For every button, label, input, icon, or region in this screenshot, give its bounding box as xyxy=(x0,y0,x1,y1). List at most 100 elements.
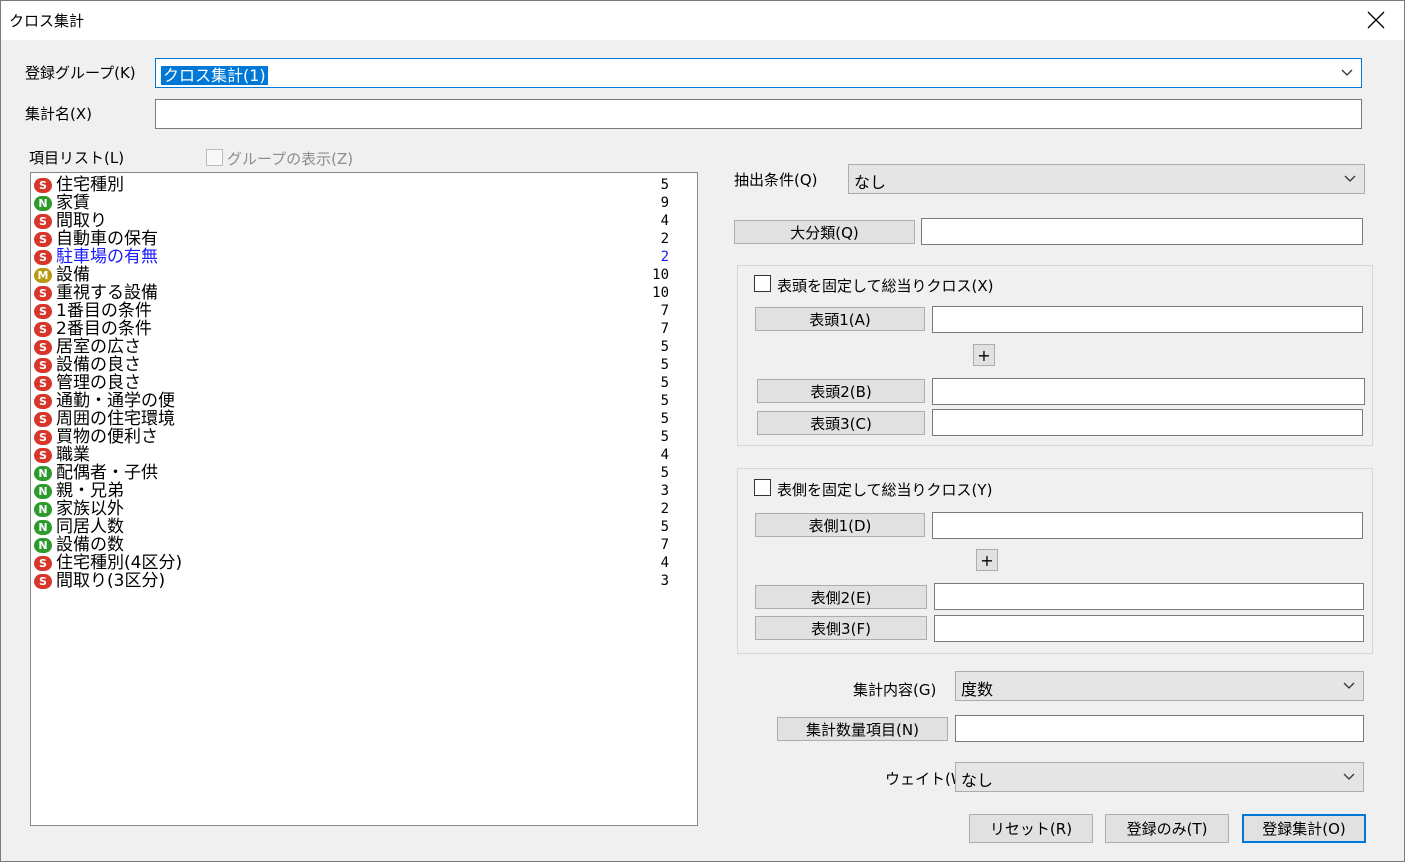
close-button[interactable] xyxy=(1356,3,1396,37)
content-label: 集計内容(G) xyxy=(853,681,937,699)
list-item-count: 2 xyxy=(660,231,669,247)
list-item[interactable]: S 住宅種別 5 xyxy=(34,176,669,194)
list-item[interactable]: M 設備 10 xyxy=(34,266,669,284)
extract-combobox[interactable]: なし xyxy=(848,164,1365,194)
head-add-button[interactable]: + xyxy=(973,344,995,366)
extract-value: なし xyxy=(854,173,887,192)
list-item[interactable]: S 重視する設備 10 xyxy=(34,284,669,302)
type-n-icon: N xyxy=(34,502,52,517)
list-item-name: 住宅種別(4区分) xyxy=(56,553,183,573)
item-listbox[interactable]: S 住宅種別 5 N 家賃 9 S 間取り 4 S 自動車の保有 2 S 駐車場の有無 2 M 設備 10 S 重視す… xyxy=(30,172,698,826)
show-group-checkbox[interactable] xyxy=(206,149,223,166)
list-item-count: 5 xyxy=(660,339,669,355)
major-category-field[interactable] xyxy=(921,218,1363,245)
list-item-name: 自動車の保有 xyxy=(56,229,158,249)
side-add-button[interactable]: + xyxy=(976,549,998,571)
type-n-icon: N xyxy=(34,484,52,499)
major-category-button[interactable]: 大分類(Q) xyxy=(734,220,915,244)
type-s-icon: S xyxy=(34,556,52,571)
weight-combobox[interactable]: なし xyxy=(955,762,1364,792)
list-item-count: 5 xyxy=(660,519,669,535)
list-item-name: 周囲の住宅環境 xyxy=(56,409,175,429)
list-item-count: 7 xyxy=(660,321,669,337)
head3-field[interactable] xyxy=(932,409,1363,436)
list-item-name: 駐車場の有無 xyxy=(56,247,158,267)
list-item-count: 2 xyxy=(660,249,669,265)
list-item[interactable]: N 設備の数 7 xyxy=(34,536,669,554)
list-item[interactable]: N 配偶者・子供 5 xyxy=(34,464,669,482)
content-value: 度数 xyxy=(961,680,994,699)
type-s-icon: S xyxy=(34,304,52,319)
close-icon xyxy=(1367,11,1385,29)
side1-button[interactable]: 表側1(D) xyxy=(755,513,925,537)
list-item[interactable]: S 自動車の保有 2 xyxy=(34,230,669,248)
list-item[interactable]: N 家賃 9 xyxy=(34,194,669,212)
list-item-name: 買物の便利さ xyxy=(56,427,158,447)
list-item-count: 2 xyxy=(660,501,669,517)
list-item-name: 同居人数 xyxy=(56,517,124,537)
name-input[interactable] xyxy=(155,99,1362,129)
type-s-icon: S xyxy=(34,286,52,301)
list-item[interactable]: N 同居人数 5 xyxy=(34,518,669,536)
quantity-field[interactable] xyxy=(955,715,1364,742)
quantity-button[interactable]: 集計数量項目(N) xyxy=(777,717,948,741)
list-item-name: 1番目の条件 xyxy=(56,301,152,321)
type-s-icon: S xyxy=(34,394,52,409)
list-item[interactable]: S 管理の良さ 5 xyxy=(34,374,669,392)
list-item[interactable]: S 間取り 4 xyxy=(34,212,669,230)
content-combobox[interactable]: 度数 xyxy=(955,671,1364,701)
side2-field[interactable] xyxy=(934,583,1364,610)
list-item-name: 親・兄弟 xyxy=(56,481,124,501)
list-item[interactable]: N 家族以外 2 xyxy=(34,500,669,518)
side3-field[interactable] xyxy=(934,615,1364,642)
list-item[interactable]: S 職業 4 xyxy=(34,446,669,464)
title-bar: クロス集計 xyxy=(1,1,1404,40)
type-s-icon: S xyxy=(34,430,52,445)
list-item-count: 5 xyxy=(660,177,669,193)
list-item[interactable]: S 通勤・通学の便 5 xyxy=(34,392,669,410)
side2-button[interactable]: 表側2(E) xyxy=(755,585,927,609)
list-item-name: 配偶者・子供 xyxy=(56,463,158,483)
head3-button[interactable]: 表頭3(C) xyxy=(757,411,925,435)
group-combobox[interactable]: クロス集計(1) xyxy=(155,58,1362,88)
head2-button[interactable]: 表頭2(B) xyxy=(757,379,925,403)
list-item-count: 5 xyxy=(660,411,669,427)
list-item[interactable]: S 居室の広さ 5 xyxy=(34,338,669,356)
list-item-name: 間取り xyxy=(56,211,107,231)
group-value: クロス集計(1) xyxy=(161,66,268,85)
head-cross-checkbox[interactable] xyxy=(754,275,771,292)
list-item[interactable]: S 2番目の条件 7 xyxy=(34,320,669,338)
list-item[interactable]: N 親・兄弟 3 xyxy=(34,482,669,500)
list-item[interactable]: S 設備の良さ 5 xyxy=(34,356,669,374)
chevron-down-icon xyxy=(1341,69,1353,76)
list-item[interactable]: S 駐車場の有無 2 xyxy=(34,248,669,266)
side3-button[interactable]: 表側3(F) xyxy=(755,616,927,640)
type-n-icon: N xyxy=(34,196,52,211)
type-s-icon: S xyxy=(34,214,52,229)
chevron-down-icon xyxy=(1344,175,1356,182)
list-item[interactable]: S 1番目の条件 7 xyxy=(34,302,669,320)
side-cross-label: 表側を固定して総当りクロス(Y) xyxy=(777,481,993,499)
side-cross-checkbox[interactable] xyxy=(754,479,771,496)
type-s-icon: S xyxy=(34,232,52,247)
type-s-icon: S xyxy=(34,412,52,427)
head1-button[interactable]: 表頭1(A) xyxy=(755,307,925,331)
register-only-button[interactable]: 登録のみ(T) xyxy=(1105,814,1229,843)
list-item-count: 7 xyxy=(660,303,669,319)
list-item-name: 設備の良さ xyxy=(56,355,141,375)
list-item-count: 3 xyxy=(660,483,669,499)
list-item-name: 職業 xyxy=(56,445,90,465)
list-item-name: 家族以外 xyxy=(56,499,124,519)
reset-button[interactable]: リセット(R) xyxy=(969,814,1093,843)
window-title: クロス集計 xyxy=(9,12,85,30)
list-item-count: 4 xyxy=(660,213,669,229)
list-item[interactable]: S 間取り(3区分) 3 xyxy=(34,572,669,590)
head2-field[interactable] xyxy=(932,378,1365,405)
side1-field[interactable] xyxy=(932,512,1363,539)
list-item[interactable]: S 周囲の住宅環境 5 xyxy=(34,410,669,428)
list-item[interactable]: S 買物の便利さ 5 xyxy=(34,428,669,446)
register-aggregate-button[interactable]: 登録集計(O) xyxy=(1242,814,1366,843)
list-item[interactable]: S 住宅種別(4区分) 4 xyxy=(34,554,669,572)
type-n-icon: N xyxy=(34,520,52,535)
head1-field[interactable] xyxy=(932,306,1363,333)
